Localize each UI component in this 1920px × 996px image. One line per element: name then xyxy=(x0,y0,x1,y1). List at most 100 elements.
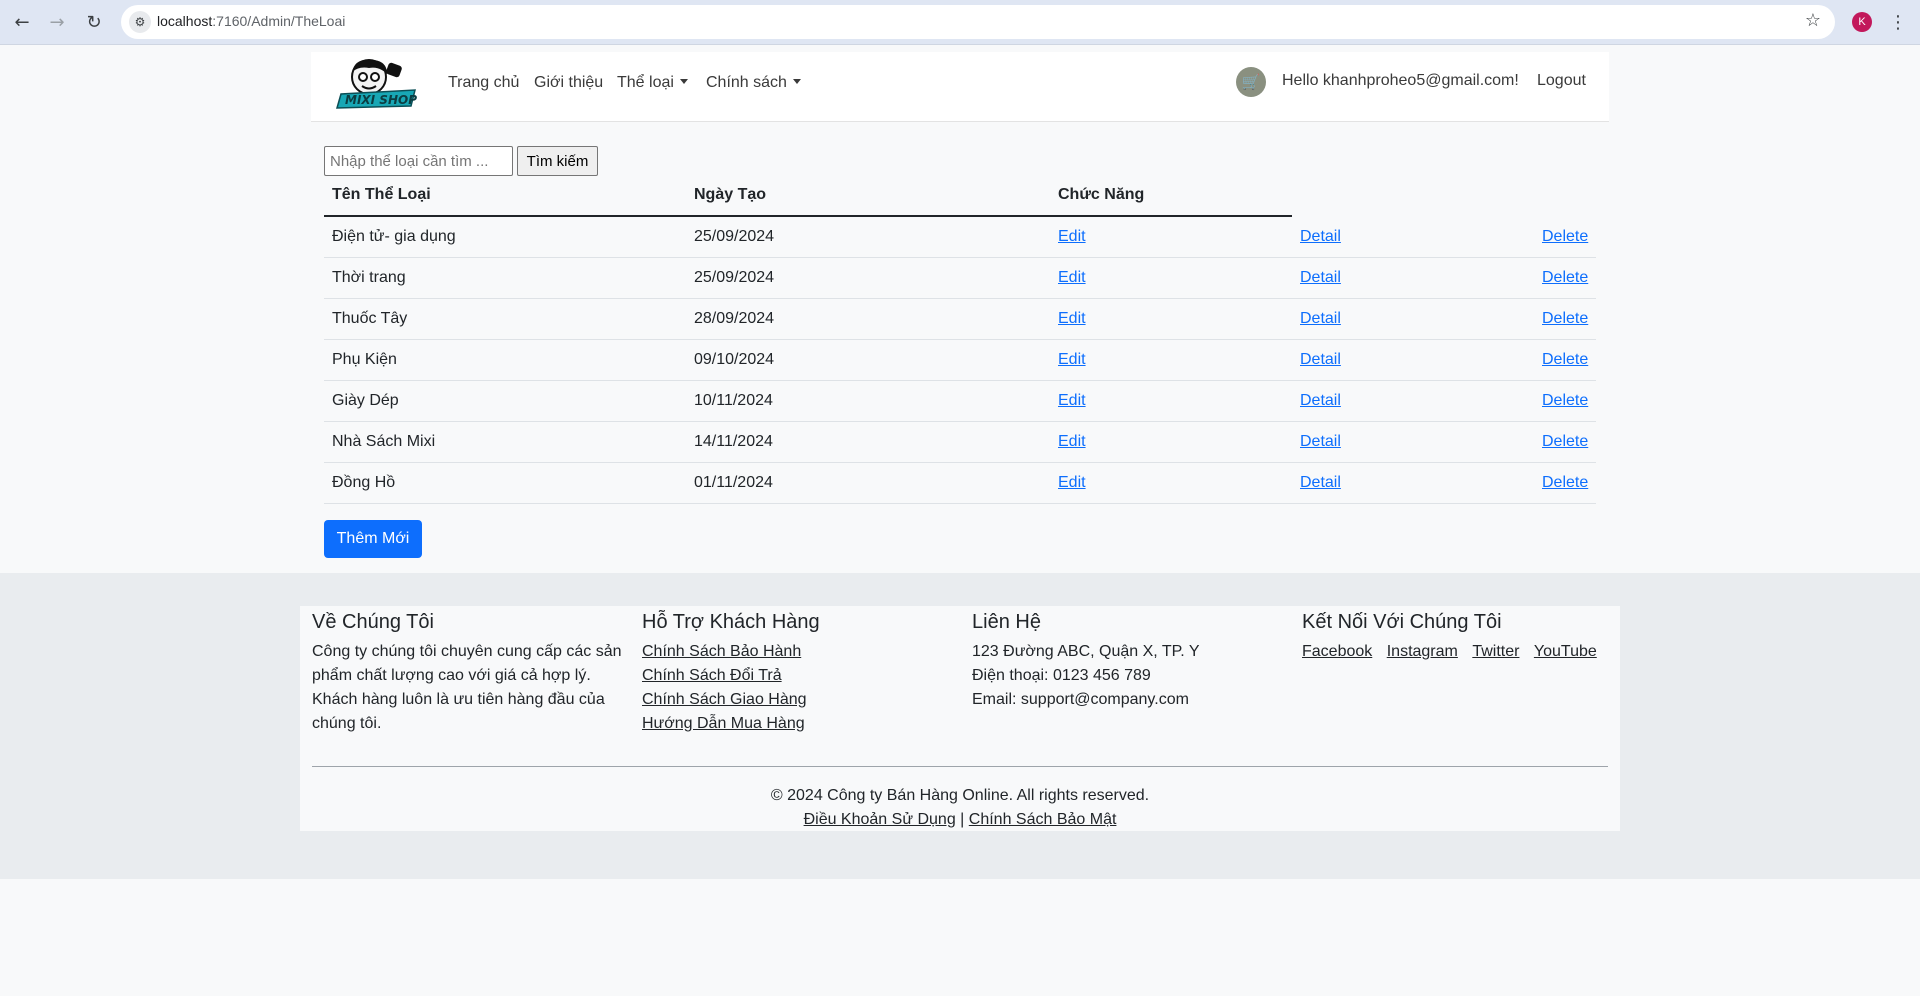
footer-support-title: Hỗ Trợ Khách Hàng xyxy=(642,611,820,633)
contact-email: Email: support@company.com xyxy=(972,691,1189,708)
logout-link[interactable]: Logout xyxy=(1537,72,1586,90)
category-name: Đồng Hồ xyxy=(332,474,396,491)
detail-link[interactable]: Detail xyxy=(1300,310,1341,328)
kebab-menu-icon[interactable]: ⋮ xyxy=(1889,10,1907,34)
footer-about: Về Chúng Tôi Công ty chúng tôi chuyên cu… xyxy=(312,606,622,736)
policy-separator: | xyxy=(960,811,965,828)
footer-content: Về Chúng Tôi Công ty chúng tôi chuyên cu… xyxy=(300,606,1620,831)
page-bottom xyxy=(0,879,1920,996)
edit-link[interactable]: Edit xyxy=(1058,228,1086,246)
category-name: Thuốc Tây xyxy=(332,310,408,327)
youtube-link[interactable]: YouTube xyxy=(1534,643,1597,660)
category-date: 25/09/2024 xyxy=(694,228,775,245)
category-search-input[interactable] xyxy=(324,146,513,176)
nav-home[interactable]: Trang chủ xyxy=(448,74,519,92)
category-name: Giày Dép xyxy=(332,392,399,409)
footer-social-title: Kết Nối Với Chúng Tôi xyxy=(1302,611,1502,633)
detail-link[interactable]: Detail xyxy=(1300,228,1341,246)
category-date: 25/09/2024 xyxy=(694,269,775,286)
twitter-link[interactable]: Twitter xyxy=(1472,643,1519,660)
nav-categories-label: Thể loại xyxy=(617,74,674,91)
site-navbar: MIXI SHOP Trang chủ Giới thiệu Thể loại … xyxy=(311,52,1609,122)
browser-toolbar: ← → ↻ ⚙ localhost:7160/Admin/TheLoai ☆ K… xyxy=(0,0,1920,45)
footer-divider xyxy=(312,766,1608,767)
table-row: Giày Dép 10/11/2024 Edit Detail Delete xyxy=(324,381,1596,422)
table-row: Điện tử- gia dụng 25/09/2024 Edit Detail… xyxy=(324,217,1596,258)
search-button[interactable]: Tìm kiếm xyxy=(517,146,598,176)
caret-down-icon xyxy=(679,79,688,84)
footer-contact-title: Liên Hệ xyxy=(972,611,1041,633)
category-name: Phụ Kiện xyxy=(332,351,397,368)
cart-icon[interactable]: 🛒 xyxy=(1236,67,1266,97)
edit-link[interactable]: Edit xyxy=(1058,351,1086,369)
bookmark-star-icon[interactable]: ☆ xyxy=(1805,10,1821,31)
privacy-link[interactable]: Chính Sách Bảo Mật xyxy=(969,811,1117,828)
add-new-button[interactable]: Thêm Mới xyxy=(324,520,422,558)
detail-link[interactable]: Detail xyxy=(1300,351,1341,369)
delete-link[interactable]: Delete xyxy=(1542,228,1588,246)
nav-policies-dropdown[interactable]: Chính sách xyxy=(706,74,801,92)
category-name: Điện tử- gia dụng xyxy=(332,228,456,245)
delete-link[interactable]: Delete xyxy=(1542,351,1588,369)
contact-phone: Điện thoại: 0123 456 789 xyxy=(972,667,1151,684)
edit-link[interactable]: Edit xyxy=(1058,433,1086,451)
delete-link[interactable]: Delete xyxy=(1542,310,1588,328)
table-row: Thuốc Tây 28/09/2024 Edit Detail Delete xyxy=(324,299,1596,340)
footer-policies: Điều Khoản Sử Dụng | Chính Sách Bảo Mật xyxy=(300,808,1620,832)
table-row: Thời trang 25/09/2024 Edit Detail Delete xyxy=(324,258,1596,299)
delete-link[interactable]: Delete xyxy=(1542,269,1588,287)
nav-policies-label: Chính sách xyxy=(706,74,787,91)
instagram-link[interactable]: Instagram xyxy=(1387,643,1458,660)
facebook-link[interactable]: Facebook xyxy=(1302,643,1372,660)
table-row: Đồng Hồ 01/11/2024 Edit Detail Delete xyxy=(324,463,1596,504)
terms-link[interactable]: Điều Khoản Sử Dụng xyxy=(804,811,956,828)
url-host: localhost xyxy=(157,13,213,29)
forward-icon[interactable]: → xyxy=(45,10,69,34)
category-date: 28/09/2024 xyxy=(694,310,775,327)
nav-about[interactable]: Giới thiệu xyxy=(534,74,603,92)
category-name: Thời trang xyxy=(332,269,406,286)
delete-link[interactable]: Delete xyxy=(1542,392,1588,410)
return-policy-link[interactable]: Chính Sách Đổi Trả xyxy=(642,664,952,688)
column-header-date: Ngày Tạo xyxy=(694,186,767,203)
category-date: 10/11/2024 xyxy=(694,392,773,409)
delete-link[interactable]: Delete xyxy=(1542,433,1588,451)
buying-guide-link[interactable]: Hướng Dẫn Mua Hàng xyxy=(642,712,952,736)
footer-contact: Liên Hệ 123 Đường ABC, Quận X, TP. Y Điệ… xyxy=(972,606,1282,712)
mixi-shop-logo[interactable]: MIXI SHOP xyxy=(331,56,419,112)
edit-link[interactable]: Edit xyxy=(1058,269,1086,287)
column-header-name: Tên Thể Loại xyxy=(332,186,431,203)
nav-categories-dropdown[interactable]: Thể loại xyxy=(617,74,688,92)
back-icon[interactable]: ← xyxy=(10,10,34,34)
contact-address: 123 Đường ABC, Quận X, TP. Y xyxy=(972,643,1200,660)
footer-about-text: Công ty chúng tôi chuyên cung cấp các sả… xyxy=(312,643,622,732)
profile-avatar[interactable]: K xyxy=(1852,12,1872,32)
table-row: Nhà Sách Mixi 14/11/2024 Edit Detail Del… xyxy=(324,422,1596,463)
address-bar[interactable]: ⚙ localhost:7160/Admin/TheLoai ☆ xyxy=(121,5,1835,39)
user-greeting[interactable]: Hello khanhproheo5@gmail.com! xyxy=(1282,72,1519,90)
svg-text:MIXI SHOP: MIXI SHOP xyxy=(345,93,417,107)
edit-link[interactable]: Edit xyxy=(1058,310,1086,328)
url-text[interactable]: localhost:7160/Admin/TheLoai xyxy=(157,13,345,29)
detail-link[interactable]: Detail xyxy=(1300,269,1341,287)
detail-link[interactable]: Detail xyxy=(1300,474,1341,492)
edit-link[interactable]: Edit xyxy=(1058,392,1086,410)
url-path: :7160/Admin/TheLoai xyxy=(212,13,346,29)
category-date: 09/10/2024 xyxy=(694,351,775,368)
reload-icon[interactable]: ↻ xyxy=(82,10,106,34)
edit-link[interactable]: Edit xyxy=(1058,474,1086,492)
site-settings-icon[interactable]: ⚙ xyxy=(129,11,151,33)
warranty-policy-link[interactable]: Chính Sách Bảo Hành xyxy=(642,640,952,664)
delete-link[interactable]: Delete xyxy=(1542,474,1588,492)
copyright-text: © 2024 Công ty Bán Hàng Online. All righ… xyxy=(770,787,1150,804)
footer-support: Hỗ Trợ Khách Hàng Chính Sách Bảo Hành Ch… xyxy=(642,606,952,736)
category-date: 14/11/2024 xyxy=(694,433,773,450)
category-date: 01/11/2024 xyxy=(694,474,773,491)
footer-about-title: Về Chúng Tôi xyxy=(312,611,434,633)
caret-down-icon xyxy=(792,79,801,84)
footer-social: Kết Nối Với Chúng Tôi Facebook Instagram… xyxy=(1302,606,1612,664)
shipping-policy-link[interactable]: Chính Sách Giao Hàng xyxy=(642,688,952,712)
detail-link[interactable]: Detail xyxy=(1300,392,1341,410)
detail-link[interactable]: Detail xyxy=(1300,433,1341,451)
category-name: Nhà Sách Mixi xyxy=(332,433,436,450)
